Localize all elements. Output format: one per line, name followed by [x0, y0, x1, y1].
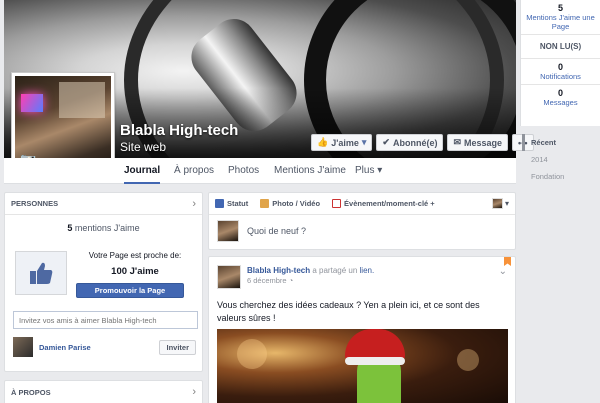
composer-body[interactable]: Quoi de neuf ? [209, 215, 515, 247]
invite-button[interactable]: Inviter [159, 339, 196, 355]
profile-image-detail [59, 82, 105, 118]
post-byline: Blabla High-tech a partagé un lien. [247, 265, 374, 276]
post-text: Vous cherchez des idées cadeaux ? Yen a … [217, 300, 480, 323]
near-count: 100 J'aime [111, 266, 159, 277]
page-likes-label: mentions J'aime [74, 223, 140, 233]
composer-photo-label: Photo / Vidéo [272, 199, 321, 208]
composer-event-label: Évènement/moment-clé + [344, 199, 435, 208]
page-actions: 👍 J'aime ▾ ✔ Abonné(e) ✉ Message ••• [311, 134, 534, 151]
subscribed-button[interactable]: ✔ Abonné(e) [376, 134, 444, 151]
friend-suggestion: Damien Parise Inviter [13, 337, 196, 357]
page-title[interactable]: Blabla High-tech [120, 122, 238, 139]
post-meta: Blabla High-tech a partagé un lien. 6 dé… [247, 265, 374, 289]
timeline-founding[interactable]: Fondation [522, 168, 598, 185]
avatar[interactable] [13, 337, 33, 357]
message-label: Message [464, 137, 503, 148]
avatar [217, 220, 239, 242]
profile-image-detail [21, 94, 43, 112]
like-button[interactable]: 👍 J'aime ▾ [311, 134, 373, 151]
rail-notifications-count: 0 [557, 62, 563, 72]
timeline-2014[interactable]: 2014 [522, 151, 598, 168]
post-author[interactable]: Blabla High-tech [247, 266, 310, 275]
timeline-nav: Récent 2014 Fondation [522, 134, 598, 185]
promote-page-button[interactable]: Promouvoir la Page [76, 283, 184, 298]
message-icon: ✉ [453, 137, 462, 147]
chevron-right-icon: › [192, 197, 196, 210]
image-detail [345, 329, 405, 365]
post-image[interactable] [217, 329, 508, 403]
composer-card: Statut Photo / Vidéo Évènement/moment-cl… [208, 192, 516, 250]
tab-more-label: Plus [355, 165, 375, 176]
tab-more[interactable]: Plus ▾ [355, 158, 382, 184]
rail-messages[interactable]: 0 Messages [521, 85, 600, 110]
right-rail: 5 Mentions J'aime une Page NON LU(S) 0 N… [520, 0, 600, 126]
page-category[interactable]: Site web [120, 140, 166, 154]
rail-unread: NON LU(S) [521, 35, 600, 59]
image-detail [457, 349, 479, 371]
timeline-recent[interactable]: Récent [522, 134, 598, 151]
rail-likes-count: 5 [557, 3, 563, 13]
tab-likes[interactable]: Mentions J'aime [274, 158, 346, 184]
avatar [491, 198, 503, 209]
chevron-down-icon[interactable]: ⌄ [499, 266, 507, 277]
post-header: Blabla High-tech a partagé un lien. 6 dé… [209, 257, 515, 289]
rail-unread-label: NON LU(S) [539, 42, 582, 51]
people-heading: PERSONNES [11, 199, 59, 208]
about-card-header[interactable]: À PROPOS › [5, 381, 202, 403]
post-link[interactable]: lien. [360, 266, 375, 275]
pencil-icon [215, 199, 224, 208]
post-shared-text: a partagé un [312, 266, 358, 275]
post-as-selector[interactable]: ▾ [491, 198, 509, 209]
composer-event-tab[interactable]: Évènement/moment-clé + [332, 199, 435, 208]
tab-journal[interactable]: Journal [124, 158, 161, 184]
about-card: À PROPOS › [4, 380, 203, 403]
chevron-down-icon: ▾ [361, 137, 367, 147]
composer-placeholder[interactable]: Quoi de neuf ? [247, 226, 306, 236]
like-thumb-illustration [15, 251, 67, 295]
about-heading: À PROPOS [11, 387, 51, 397]
globe-icon: ◔ [288, 276, 294, 285]
rail-messages-count: 0 [557, 88, 563, 98]
rail-notifications-label: Notifications [540, 72, 581, 81]
page-likes-count: 5 [67, 223, 73, 233]
post-timestamp[interactable]: 6 décembre ◔ [247, 276, 374, 285]
subscribed-label: Abonné(e) [392, 137, 438, 148]
tab-about[interactable]: À propos [174, 158, 214, 184]
composer-tabs: Statut Photo / Vidéo Évènement/moment-cl… [209, 193, 515, 215]
rail-likes[interactable]: 5 Mentions J'aime une Page [521, 0, 600, 35]
page-nav: Journal À propos Photos Mentions J'aime … [4, 158, 516, 184]
people-card: PERSONNES › 5 mentions J'aime Votre Page… [4, 192, 203, 372]
rail-notifications[interactable]: 0 Notifications [521, 59, 600, 85]
check-icon: ✔ [382, 137, 390, 147]
chevron-down-icon: ▾ [377, 165, 383, 176]
rail-messages-label: Messages [543, 98, 578, 107]
thumbs-up-icon [30, 262, 53, 284]
friend-name[interactable]: Damien Parise [39, 343, 159, 352]
composer-status-tab[interactable]: Statut [215, 199, 248, 208]
near-label: Votre Page est proche de: [88, 251, 182, 260]
calendar-icon [332, 199, 342, 208]
thumbs-up-icon: 👍 [317, 137, 329, 147]
tab-photos[interactable]: Photos [228, 158, 259, 184]
post-card: Blabla High-tech a partagé un lien. 6 dé… [208, 256, 516, 403]
image-detail [237, 339, 267, 369]
chevron-right-icon: › [192, 386, 196, 398]
photo-icon [260, 199, 270, 208]
page-likes-summary: 5 mentions J'aime [5, 223, 202, 233]
like-label: J'aime [331, 137, 359, 148]
composer-photo-tab[interactable]: Photo / Vidéo [260, 199, 320, 208]
message-button[interactable]: ✉ Message [447, 134, 509, 151]
chevron-down-icon: ▾ [504, 199, 509, 208]
avatar[interactable] [217, 265, 241, 289]
post-date: 6 décembre [247, 276, 287, 285]
people-card-header[interactable]: PERSONNES › [5, 193, 202, 215]
composer-status-label: Statut [227, 199, 249, 208]
invite-friends-input[interactable] [13, 311, 198, 329]
rail-likes-label: Mentions J'aime une Page [526, 13, 595, 31]
